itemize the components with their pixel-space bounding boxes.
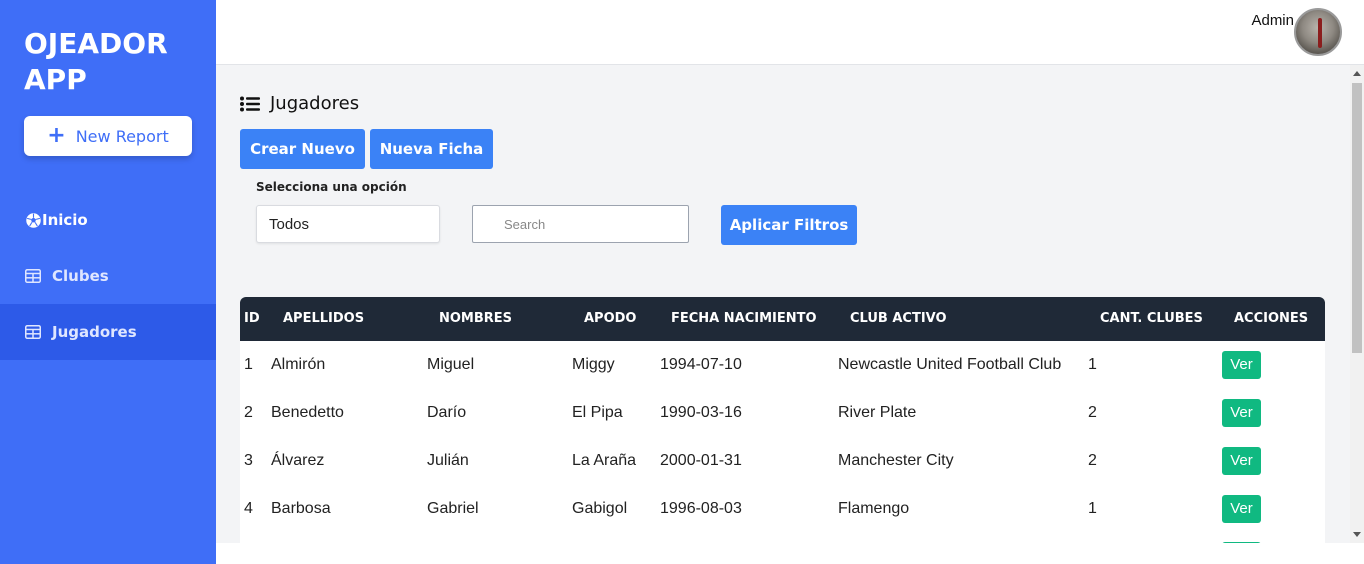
view-button[interactable]: Ver [1222, 351, 1261, 379]
cell-club: River Plate [838, 404, 917, 421]
cell-id: 3 [244, 452, 253, 469]
cell-apodo: La Araña [572, 452, 637, 469]
cell-cant-clubes: 1 [1088, 356, 1097, 373]
sidebar-item-inicio[interactable]: Inicio [0, 192, 216, 248]
list-icon [240, 96, 260, 112]
create-new-button[interactable]: Crear Nuevo [240, 129, 365, 169]
cell-apodo: El Pipa [572, 404, 623, 421]
cell-apodo: Miggy [572, 356, 615, 373]
cell-id: 4 [244, 500, 253, 517]
cell-apellidos: Benedetto [271, 404, 344, 421]
sidebar-item-label: Jugadores [52, 323, 137, 341]
new-report-label: New Report [75, 126, 169, 146]
table-icon [24, 267, 42, 285]
cell-apodo: Gabigol [572, 500, 628, 517]
column-header-apellidos: APELLIDOS [283, 311, 365, 326]
cell-nombres: Darío [427, 404, 467, 421]
column-header-apodo: APODO [584, 311, 637, 326]
soccer-ball-icon [24, 211, 42, 229]
cell-club: Manchester City [838, 452, 954, 469]
cell-club: Flamengo [838, 500, 910, 517]
cell-nombres: Gabriel [427, 500, 479, 517]
cell-nombres: Miguel [427, 356, 475, 373]
cell-club: Newcastle United Football Club [838, 356, 1062, 373]
column-header-acciones: ACCIONES [1234, 311, 1309, 326]
page-title: Jugadores [240, 93, 359, 114]
sidebar-item-clubes[interactable]: Clubes [0, 248, 216, 304]
new-report-button[interactable]: + New Report [24, 116, 192, 156]
table-icon [24, 323, 42, 341]
filter-label: Selecciona una opción [256, 180, 407, 194]
new-sheet-button[interactable]: Nueva Ficha [370, 129, 493, 169]
view-button[interactable]: Ver [1222, 447, 1261, 475]
cell-cant-clubes: 2 [1088, 452, 1097, 469]
table-header: ID APELLIDOS NOMBRES APODO FECHA NACIMIE… [240, 297, 1325, 341]
bottom-edge [216, 543, 1364, 564]
apply-filters-button[interactable]: Aplicar Filtros [721, 205, 857, 245]
cell-id: 1 [244, 356, 253, 373]
sidebar-item-label: Inicio [42, 211, 88, 229]
column-header-id: ID [244, 311, 260, 326]
cell-apellidos: Barbosa [271, 500, 331, 517]
main-content: Jugadores Crear Nuevo Nueva Ficha Selecc… [216, 65, 1350, 543]
cell-nombres: Julián [427, 452, 469, 469]
avatar[interactable] [1294, 8, 1342, 56]
cell-fecha: 1994-07-10 [660, 356, 742, 373]
scroll-up-arrow-icon[interactable] [1353, 71, 1361, 76]
table-row: 2 Benedetto Darío El Pipa 1990-03-16 Riv… [240, 389, 1325, 437]
cell-cant-clubes: 2 [1088, 404, 1097, 421]
column-header-club: CLUB ACTIVO [850, 311, 947, 326]
cell-apellidos: Almirón [271, 356, 326, 373]
cell-cant-clubes: 1 [1088, 500, 1097, 517]
cell-fecha: 1990-03-16 [660, 404, 742, 421]
user-name: Admin [1251, 12, 1294, 29]
scrollbar-thumb[interactable] [1352, 83, 1362, 353]
app-brand: OJEADOR APP [24, 27, 168, 96]
avatar-face-mark [1318, 18, 1322, 48]
sidebar: OJEADOR APP + New Report Inicio Clubes J… [0, 0, 216, 564]
top-bar: Admin [216, 0, 1364, 65]
cell-fecha: 1996-08-03 [660, 500, 742, 517]
players-table: ID APELLIDOS NOMBRES APODO FECHA NACIMIE… [240, 297, 1325, 543]
plus-icon: + [47, 123, 66, 148]
cell-apellidos: Álvarez [271, 452, 325, 469]
column-header-cant-clubes: CANT. CLUBES [1100, 311, 1203, 326]
search-input[interactable] [472, 205, 689, 243]
cell-id: 2 [244, 404, 253, 421]
table-row: 4 Barbosa Gabriel Gabigol 1996-08-03 Fla… [240, 485, 1325, 533]
table-row: 1 Almirón Miguel Miggy 1994-07-10 Newcas… [240, 341, 1325, 389]
sidebar-item-jugadores[interactable]: Jugadores [0, 304, 216, 360]
scrollbar[interactable] [1350, 65, 1364, 543]
table-row: 3 Álvarez Julián La Araña 2000-01-31 Man… [240, 437, 1325, 485]
app-window: OJEADOR APP + New Report Inicio Clubes J… [0, 0, 1364, 564]
scroll-down-arrow-icon[interactable] [1353, 532, 1361, 537]
column-header-nombres: NOMBRES [439, 311, 513, 326]
page-title-text: Jugadores [270, 93, 360, 114]
view-button[interactable]: Ver [1222, 495, 1261, 523]
cell-fecha: 2000-01-31 [660, 452, 742, 469]
filter-select[interactable]: Todos [256, 205, 440, 243]
view-button[interactable]: Ver [1222, 399, 1261, 427]
table-body: 1 Almirón Miguel Miggy 1994-07-10 Newcas… [240, 341, 1325, 543]
column-header-fecha: FECHA NACIMIENTO [671, 311, 817, 326]
sidebar-item-label: Clubes [52, 267, 109, 285]
